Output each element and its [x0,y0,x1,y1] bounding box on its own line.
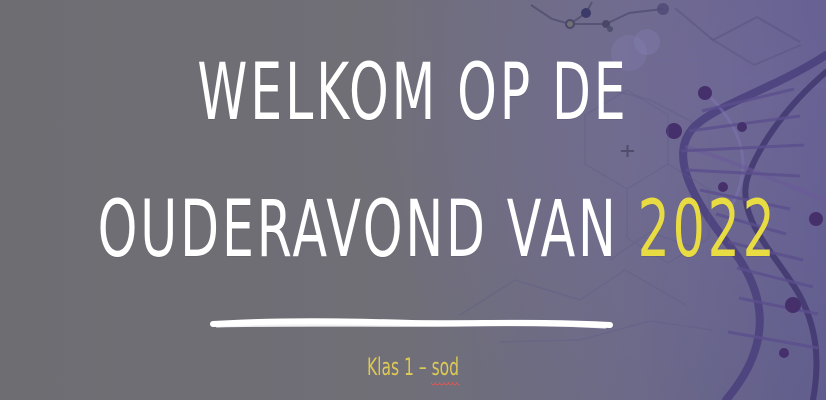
slide-subtitle: Klas 1 – sod [116,353,711,387]
spellcheck-marked-word: sod [430,353,460,387]
slide-title-line-1: WELKOM OP DE [197,48,629,138]
plus-sign-icon [621,145,634,157]
slide-title-line-2: OUDERAVOND VAN 2022 [98,191,775,269]
slide-title-year: 2022 [637,185,778,275]
subtitle-text: Klas 1 – [366,353,432,381]
presentation-slide: WELKOM OP DE OUDERAVOND VAN 2022 Klas 1 … [0,0,826,400]
slide-title-line-2-text: OUDERAVOND VAN [97,185,638,275]
title-underline-brushstroke [210,318,613,329]
